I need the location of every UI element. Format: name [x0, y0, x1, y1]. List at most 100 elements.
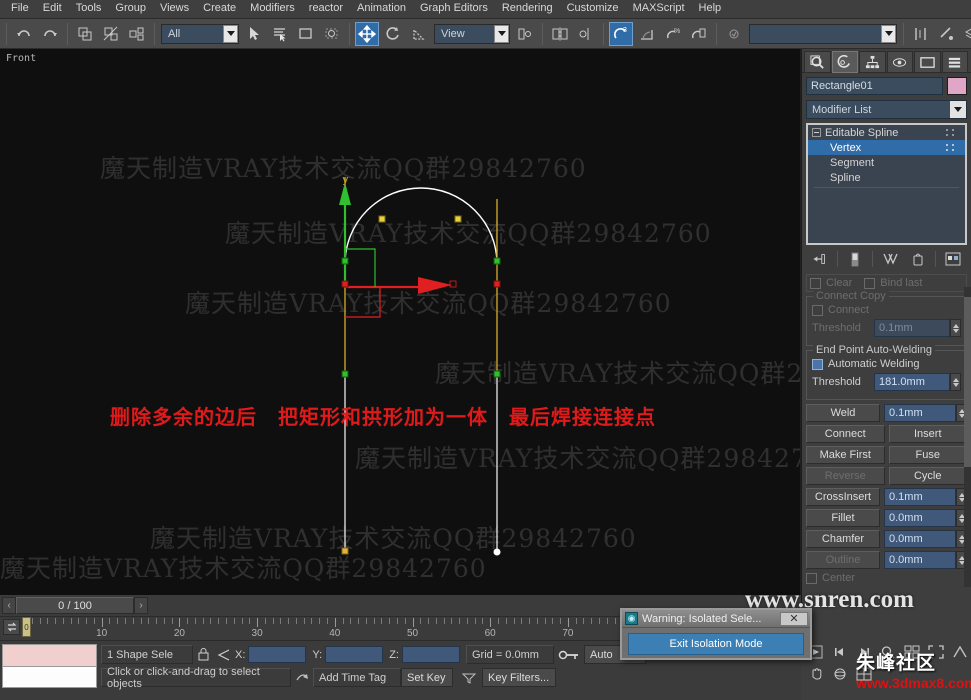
maxscript-listener-pane[interactable]	[3, 666, 96, 687]
select-and-scale-icon[interactable]	[407, 21, 431, 46]
outline-spinner[interactable]: 0.0mm	[884, 551, 967, 569]
spinner-snap-icon[interactable]	[687, 21, 711, 46]
menu-item-rendering[interactable]: Rendering	[495, 0, 560, 18]
angle-snap-icon[interactable]	[635, 21, 659, 46]
connect-checkbox[interactable]	[812, 304, 823, 316]
center-checkbox[interactable]	[806, 572, 817, 584]
connect-threshold-spinner[interactable]: 0.1mm	[874, 319, 961, 337]
make-unique-icon[interactable]	[879, 249, 901, 269]
outline-value[interactable]: 0.0mm	[884, 551, 956, 569]
select-and-link-icon[interactable]	[73, 21, 97, 46]
close-icon[interactable]: ✕	[780, 611, 808, 626]
zoom-all-icon[interactable]	[901, 642, 923, 662]
object-name-field[interactable]: Rectangle01	[806, 77, 943, 95]
bind-to-space-warp-icon[interactable]	[125, 21, 149, 46]
playhead[interactable]: 0	[22, 617, 31, 637]
insert-button[interactable]: Insert	[888, 425, 967, 443]
automatic-welding-checkbox[interactable]	[812, 358, 823, 370]
key-filters-button[interactable]: Key Filters...	[482, 668, 556, 687]
adaptive-degradation-icon[interactable]	[291, 671, 313, 684]
window-crossing-icon[interactable]	[320, 21, 344, 46]
crossinsert-value[interactable]: 0.1mm	[884, 488, 956, 506]
y-field[interactable]	[325, 646, 384, 663]
scrollbar-thumb[interactable]	[964, 297, 971, 467]
menu-item-edit[interactable]: Edit	[36, 0, 69, 18]
edit-named-selection-icon[interactable]	[722, 21, 746, 46]
create-tab[interactable]	[804, 51, 831, 73]
key-mode-toggle-icon[interactable]	[554, 642, 584, 668]
prev-frame-button[interactable]: ‹	[2, 597, 16, 614]
utilities-tab[interactable]	[941, 51, 968, 73]
weld-button[interactable]: Weld	[806, 404, 880, 422]
stack-item-segment[interactable]: Segment	[808, 155, 965, 170]
modifier-list-dropdown[interactable]: Modifier List	[806, 100, 967, 119]
modify-tab[interactable]	[831, 51, 858, 73]
chamfer-value[interactable]: 0.0mm	[884, 530, 956, 548]
motion-tab[interactable]	[886, 51, 913, 73]
zoom-extents-icon[interactable]	[925, 642, 947, 662]
menu-item-group[interactable]: Group	[108, 0, 153, 18]
absolute-relative-icon[interactable]	[213, 648, 235, 661]
pan-view-icon[interactable]	[805, 664, 827, 684]
lock-icon[interactable]	[193, 648, 213, 661]
menu-item-tools[interactable]: Tools	[69, 0, 109, 18]
stack-item-spline[interactable]: Spline	[808, 170, 965, 185]
outline-button[interactable]: Outline	[806, 551, 880, 569]
menu-item-file[interactable]: File	[4, 0, 36, 18]
mini-listener[interactable]	[2, 644, 97, 688]
select-object-icon[interactable]	[242, 21, 266, 46]
maximize-viewport-icon[interactable]	[853, 664, 875, 684]
modifier-stack[interactable]: Editable Spline Vertex Segment Spline	[806, 123, 967, 245]
field-of-view-icon[interactable]	[949, 642, 971, 662]
reference-coord-dropdown[interactable]: View	[434, 23, 510, 44]
chevron-down-icon[interactable]	[881, 24, 896, 43]
x-field[interactable]	[248, 646, 307, 663]
menu-item-modifiers[interactable]: Modifiers	[243, 0, 302, 18]
menu-item-animation[interactable]: Animation	[350, 0, 413, 18]
display-tab[interactable]	[914, 51, 941, 73]
named-selection-dropdown[interactable]	[749, 23, 897, 44]
menu-item-maxscript[interactable]: MAXScript	[626, 0, 692, 18]
menu-item-create[interactable]: Create	[196, 0, 243, 18]
autoweld-threshold-spinner[interactable]: 181.0mm	[874, 373, 961, 391]
align-tool-icon[interactable]	[935, 21, 959, 46]
stack-item-editable-spline[interactable]: Editable Spline	[808, 125, 965, 140]
orbit-icon[interactable]	[829, 664, 851, 684]
fuse-button[interactable]: Fuse	[888, 446, 967, 464]
percent-snap-icon[interactable]: %	[661, 21, 685, 46]
chamfer-spinner[interactable]: 0.0mm	[884, 530, 967, 548]
maxscript-macro-recorder-pane[interactable]	[3, 645, 96, 666]
mirror-icon[interactable]	[548, 21, 572, 46]
crossinsert-spinner[interactable]: 0.1mm	[884, 488, 967, 506]
set-key-button[interactable]: Set Key	[401, 668, 453, 687]
menu-item-views[interactable]: Views	[153, 0, 196, 18]
add-time-tag-button[interactable]: Add Time Tag	[313, 668, 401, 687]
expand-collapse-icon[interactable]	[812, 128, 821, 137]
make-first-button[interactable]: Make First	[806, 446, 885, 464]
current-frame-field[interactable]: 0 / 100	[16, 597, 134, 614]
select-by-name-icon[interactable]	[268, 21, 292, 46]
select-and-rotate-icon[interactable]	[381, 21, 405, 46]
chamfer-button[interactable]: Chamfer	[806, 530, 880, 548]
clear-checkbox[interactable]	[810, 277, 821, 289]
mirror-tool-icon[interactable]	[909, 21, 933, 46]
time-slider[interactable]: ‹ 0 / 100 ›	[2, 597, 148, 614]
next-frame-icon[interactable]	[853, 642, 875, 662]
isolation-warning-dialog[interactable]: ◉ Warning: Isolated Sele... ✕ Exit Isola…	[620, 608, 812, 660]
stack-item-vertex[interactable]: Vertex	[808, 140, 965, 155]
exit-isolation-mode-button[interactable]: Exit Isolation Mode	[628, 633, 804, 655]
connect-button[interactable]: Connect	[806, 425, 885, 443]
crossinsert-button[interactable]: CrossInsert	[806, 488, 880, 506]
bind-last-checkbox[interactable]	[864, 277, 876, 289]
configure-modifier-sets-icon[interactable]	[942, 249, 964, 269]
menu-item-reactor[interactable]: reactor	[302, 0, 350, 18]
chevron-down-icon[interactable]	[223, 24, 238, 43]
weld-spinner[interactable]: 0.1mm	[884, 404, 967, 422]
cycle-button[interactable]: Cycle	[888, 467, 967, 485]
fillet-value[interactable]: 0.0mm	[884, 509, 956, 527]
object-color-swatch[interactable]	[947, 77, 967, 95]
rectangular-selection-region-icon[interactable]	[294, 21, 318, 46]
next-frame-button[interactable]: ›	[134, 597, 148, 614]
chevron-down-icon[interactable]	[950, 101, 966, 118]
layer-manager-icon[interactable]	[961, 21, 971, 46]
